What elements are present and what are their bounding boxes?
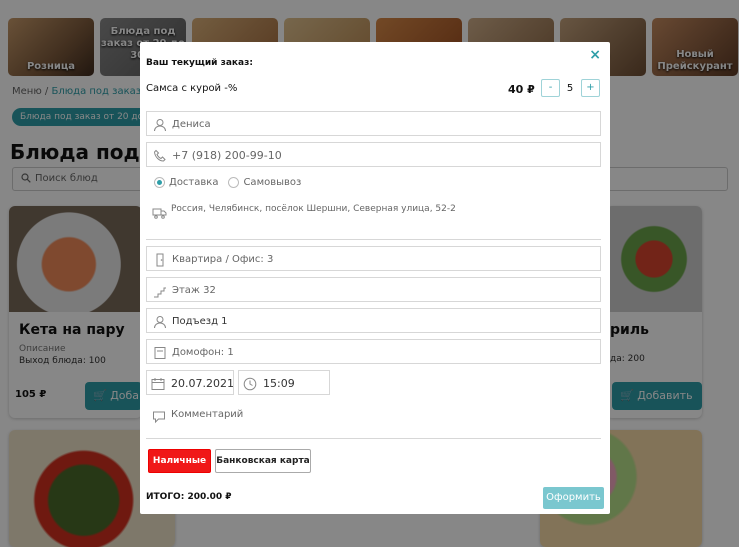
stairs-icon xyxy=(153,283,167,298)
phone-field[interactable]: +7 (918) 200-99-10 xyxy=(146,142,601,167)
order-total: ИТОГО: 200.00 ₽ xyxy=(146,492,232,502)
time-value: 15:09 xyxy=(263,377,295,390)
user-icon xyxy=(153,117,167,132)
delivery-radio[interactable]: Доставка xyxy=(154,177,218,188)
address-field[interactable]: Россия, Челябинск, посёлок Шершни, Север… xyxy=(146,196,601,240)
order-modal: × Ваш текущий заказ: Самса с курой -% 40… xyxy=(140,42,610,514)
quantity-value: 5 xyxy=(566,83,574,94)
radio-empty-icon xyxy=(228,177,240,188)
name-field[interactable]: Дениса xyxy=(146,111,601,136)
clock-icon xyxy=(243,376,257,391)
entrance-field[interactable]: Подъезд 1 xyxy=(146,308,601,333)
floor-value: Этаж 32 xyxy=(172,285,216,296)
pay-cash-button[interactable]: Наличные xyxy=(148,449,211,473)
intercom-field[interactable]: Домофон: 1 xyxy=(146,339,601,364)
radio-selected-icon xyxy=(154,177,165,188)
person-icon xyxy=(153,314,167,329)
submit-order-button[interactable]: Оформить xyxy=(543,487,604,509)
door-icon xyxy=(153,252,167,267)
apartment-field[interactable]: Квартира / Офис: 3 xyxy=(146,246,601,271)
order-item-price: 40 ₽ xyxy=(508,83,535,96)
order-item-name: Самса с курой -% xyxy=(146,83,238,94)
intercom-icon xyxy=(153,345,167,359)
modal-title: Ваш текущий заказ: xyxy=(146,58,253,68)
apartment-value: Квартира / Офис: 3 xyxy=(172,254,274,265)
pickup-radio-label: Самовывоз xyxy=(243,177,302,188)
date-value: 20.07.2021 xyxy=(171,377,234,390)
time-field[interactable]: 15:09 xyxy=(238,370,330,395)
comment-icon xyxy=(152,409,166,424)
close-icon[interactable]: × xyxy=(589,47,601,63)
phone-icon xyxy=(153,148,167,162)
quantity-decrease-button[interactable]: - xyxy=(541,79,560,97)
pickup-radio[interactable]: Самовывоз xyxy=(228,177,301,188)
pay-card-button[interactable]: Банковская карта xyxy=(215,449,311,473)
calendar-icon xyxy=(151,376,165,390)
name-value: Дениса xyxy=(172,119,211,130)
entrance-value: Подъезд 1 xyxy=(172,316,228,327)
comment-field[interactable]: Комментарий xyxy=(146,401,601,439)
date-field[interactable]: 20.07.2021 xyxy=(146,370,234,395)
floor-field[interactable]: Этаж 32 xyxy=(146,277,601,302)
intercom-value: Домофон: 1 xyxy=(172,347,234,358)
delivery-radio-label: Доставка xyxy=(169,177,219,188)
delivery-method-group: Доставка Самовывоз xyxy=(154,177,301,188)
comment-placeholder: Комментарий xyxy=(171,409,244,420)
address-value: Россия, Челябинск, посёлок Шершни, Север… xyxy=(171,204,456,214)
truck-icon xyxy=(152,204,167,219)
phone-value: +7 (918) 200-99-10 xyxy=(172,149,282,162)
quantity-increase-button[interactable]: + xyxy=(581,79,600,97)
